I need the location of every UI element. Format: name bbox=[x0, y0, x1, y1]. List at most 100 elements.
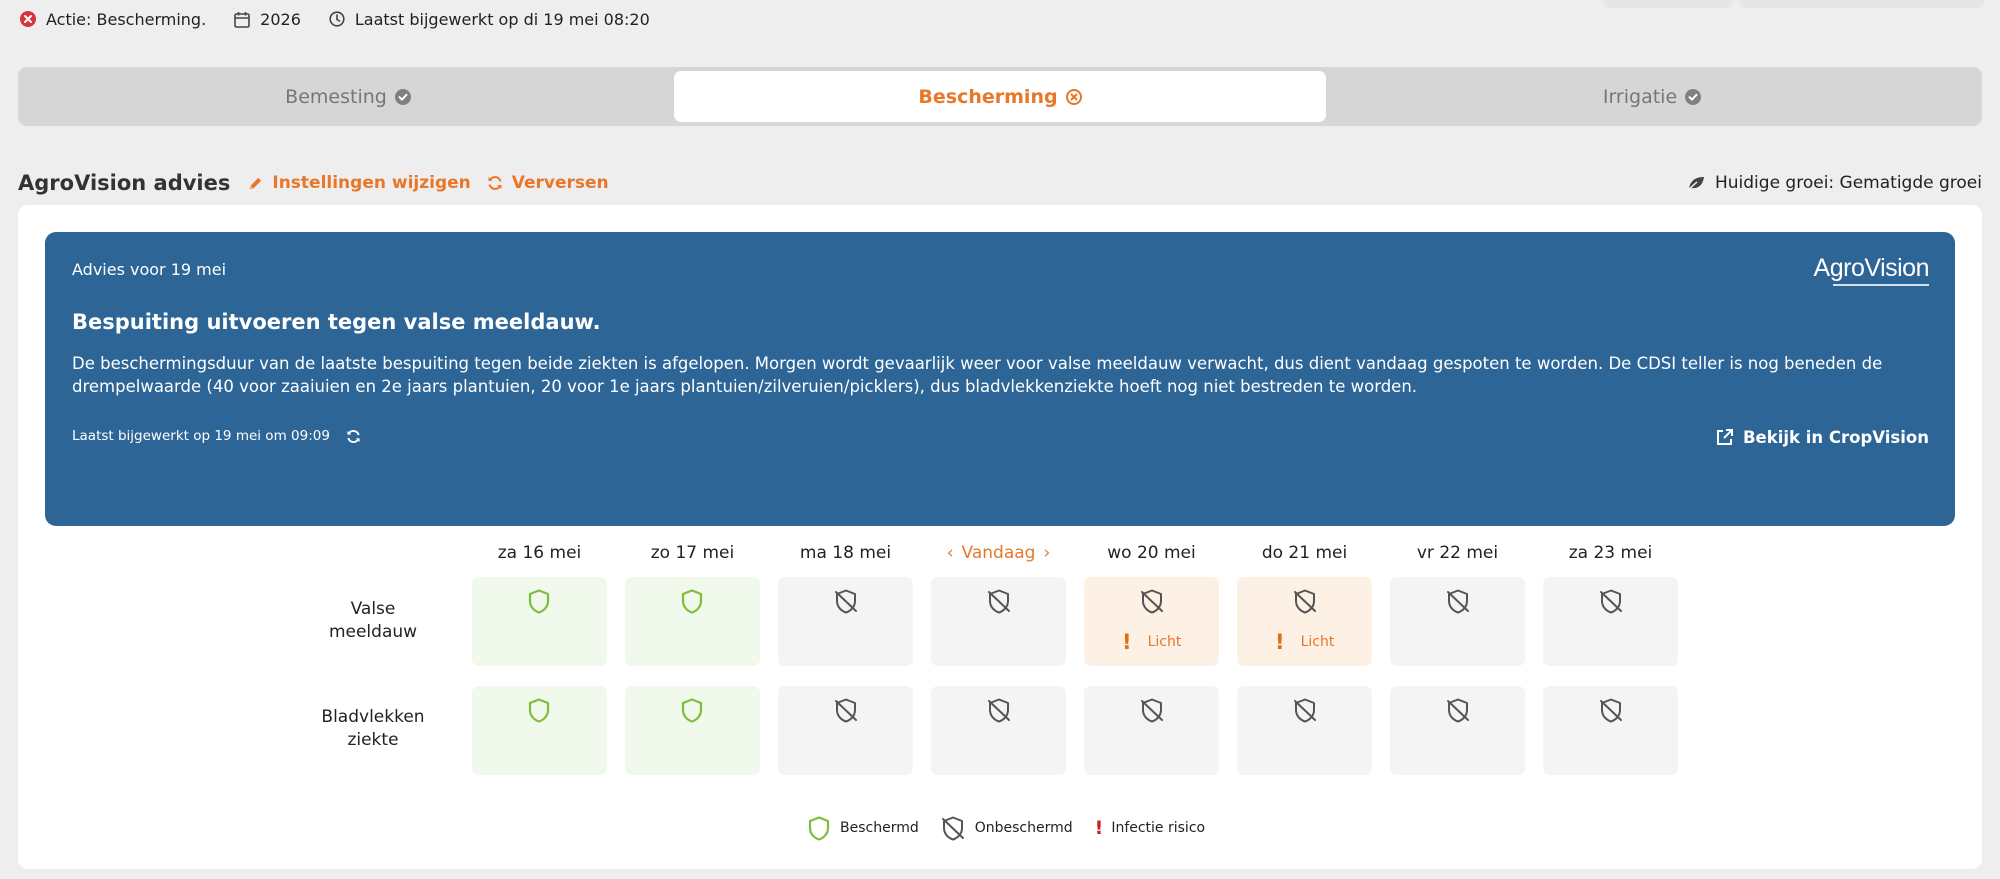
row-label-bladvlekken: Bladvlekken ziekte bbox=[298, 706, 448, 752]
advice-banner: Advies voor 19 mei AgroVision Bespuiting… bbox=[45, 232, 1955, 526]
shield-unprotected-icon bbox=[835, 589, 857, 614]
refresh-icon[interactable] bbox=[346, 429, 361, 444]
legend-label: Infectie risico bbox=[1111, 820, 1206, 836]
page-title: AgroVision advies bbox=[18, 171, 231, 195]
status-cell[interactable]: ! Licht bbox=[1237, 577, 1372, 666]
row-label-line: meeldauw bbox=[328, 622, 418, 642]
advice-updated-text: Laatst bijgewerkt op 19 mei om 09:09 bbox=[72, 428, 330, 444]
action-status: Actie: Bescherming. bbox=[20, 10, 206, 29]
clock-icon bbox=[329, 11, 345, 27]
status-cell[interactable] bbox=[1543, 686, 1678, 775]
section-header: AgroVision advies Instellingen wijzigen … bbox=[18, 168, 1982, 198]
tab-bescherming[interactable]: Bescherming bbox=[674, 71, 1326, 122]
agrovision-logo: AgroVision bbox=[1814, 254, 1930, 287]
exclamation-icon: ! bbox=[1094, 817, 1104, 839]
leaf-icon bbox=[1687, 177, 1704, 191]
advice-date: Advies voor 19 mei bbox=[72, 260, 227, 279]
row-label-line: ziekte bbox=[347, 730, 399, 750]
shield-unprotected-icon bbox=[1141, 698, 1163, 723]
status-bar: Actie: Bescherming. 2026 Laatst bijgewer… bbox=[20, 6, 678, 32]
advice-updated: Laatst bijgewerkt op 19 mei om 09:09 bbox=[72, 428, 361, 444]
shield-unprotected-icon bbox=[1600, 698, 1622, 723]
status-cell[interactable] bbox=[625, 686, 760, 775]
status-cell[interactable] bbox=[1084, 686, 1219, 775]
tab-irrigatie[interactable]: Irrigatie bbox=[1326, 71, 1978, 122]
cropvision-link[interactable]: Bekijk in CropVision bbox=[1715, 428, 1929, 447]
status-cell[interactable] bbox=[1390, 577, 1525, 666]
refresh-button[interactable]: Verversen bbox=[487, 173, 609, 193]
edit-settings-button[interactable]: Instellingen wijzigen bbox=[248, 173, 471, 193]
check-circle-icon bbox=[394, 88, 411, 105]
shield-unprotected-icon bbox=[988, 589, 1010, 614]
status-cell[interactable] bbox=[1390, 686, 1525, 775]
shield-protected-icon bbox=[808, 815, 830, 841]
legend-unprotected: Onbeschermd bbox=[941, 816, 1073, 841]
tab-label: Bemesting bbox=[285, 85, 387, 108]
growth-status: Huidige groei: Gematigde groei bbox=[1687, 173, 1982, 193]
status-cell[interactable] bbox=[625, 577, 760, 666]
risk-level: Licht bbox=[1300, 634, 1335, 650]
legend-label: Beschermd bbox=[840, 820, 919, 836]
refresh-icon bbox=[488, 176, 502, 190]
legend-label: Onbeschermd bbox=[974, 820, 1073, 836]
day-label: vr 22 mei bbox=[1416, 543, 1499, 563]
last-updated-text: Laatst bijgewerkt op di 19 mei 08:20 bbox=[354, 9, 650, 29]
status-cell[interactable] bbox=[931, 577, 1066, 666]
shield-protected-icon bbox=[528, 589, 550, 614]
today-text: Vandaag bbox=[961, 543, 1036, 563]
error-circle-icon bbox=[1065, 88, 1082, 105]
shield-unprotected-icon bbox=[1447, 589, 1469, 614]
next-day-icon[interactable]: › bbox=[1043, 543, 1050, 563]
status-cell[interactable] bbox=[778, 577, 913, 666]
day-label: za 16 mei bbox=[497, 543, 582, 563]
tab-bar: Bemesting Bescherming Irrigatie bbox=[18, 67, 1982, 126]
shield-unprotected-icon bbox=[1447, 698, 1469, 723]
advice-card: Advies voor 19 mei AgroVision Bespuiting… bbox=[18, 205, 1982, 869]
year-text: 2026 bbox=[260, 9, 301, 29]
status-cell[interactable] bbox=[472, 686, 607, 775]
shield-unprotected-icon bbox=[1294, 589, 1316, 614]
row-label-valse-meeldauw: Valse meeldauw bbox=[298, 598, 448, 644]
status-cell[interactable] bbox=[1543, 577, 1678, 666]
status-cell[interactable] bbox=[778, 686, 913, 775]
exclamation-icon: ! bbox=[1122, 630, 1132, 654]
shield-protected-icon bbox=[681, 589, 703, 614]
shield-unprotected-icon bbox=[988, 698, 1010, 723]
calendar-icon bbox=[234, 11, 250, 28]
error-circle-icon bbox=[20, 11, 36, 27]
prev-day-icon[interactable]: ‹ bbox=[947, 543, 954, 563]
shield-unprotected-icon bbox=[1600, 589, 1622, 614]
status-cell[interactable] bbox=[931, 686, 1066, 775]
logo-underline bbox=[1833, 284, 1929, 287]
day-label: do 21 mei bbox=[1261, 543, 1348, 563]
legend-protected: Beschermd bbox=[808, 815, 919, 841]
shield-protected-icon bbox=[528, 698, 550, 723]
legend-risk: ! Infectie risico bbox=[1095, 817, 1205, 839]
tab-label: Bescherming bbox=[918, 85, 1058, 108]
day-label: zo 17 mei bbox=[650, 543, 735, 563]
refresh-label: Verversen bbox=[511, 173, 609, 193]
tab-label: Irrigatie bbox=[1602, 85, 1678, 108]
status-cell[interactable] bbox=[472, 577, 607, 666]
advice-body: De beschermingsduur van de laatste bespu… bbox=[72, 354, 1883, 396]
shield-unprotected-icon bbox=[1141, 589, 1163, 614]
shield-unprotected-icon bbox=[835, 698, 857, 723]
shield-unprotected-icon bbox=[1294, 698, 1316, 723]
today-label: ‹ Vandaag › bbox=[931, 543, 1066, 563]
top-button-ghost-2[interactable] bbox=[1740, 0, 1984, 6]
year-selector[interactable]: 2026 bbox=[234, 10, 301, 29]
shield-unprotected-icon bbox=[941, 816, 964, 840]
last-updated: Laatst bijgewerkt op di 19 mei 08:20 bbox=[329, 10, 650, 29]
day-label: ma 18 mei bbox=[799, 543, 892, 563]
day-label: wo 20 mei bbox=[1107, 543, 1196, 563]
exclamation-icon: ! bbox=[1275, 630, 1285, 654]
status-cell[interactable]: ! Licht bbox=[1084, 577, 1219, 666]
legend: Beschermd Onbeschermd ! Infectie risico bbox=[808, 813, 1227, 843]
growth-text: Huidige groei: Gematigde groei bbox=[1714, 173, 1982, 193]
status-cell[interactable] bbox=[1237, 686, 1372, 775]
top-button-ghost-1[interactable] bbox=[1604, 0, 1732, 6]
check-circle-icon bbox=[1685, 88, 1702, 105]
tab-bemesting[interactable]: Bemesting bbox=[22, 71, 674, 122]
shield-protected-icon bbox=[681, 698, 703, 723]
action-status-text: Actie: Bescherming. bbox=[46, 9, 207, 29]
